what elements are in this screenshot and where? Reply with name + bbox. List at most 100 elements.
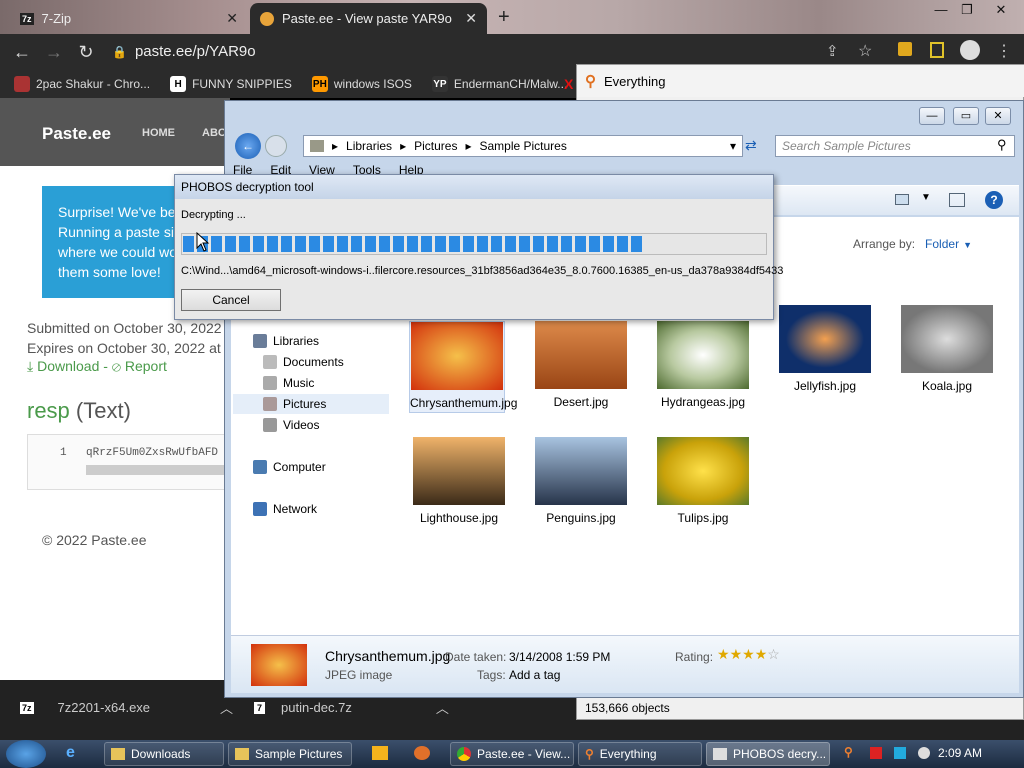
forward-arrow-icon[interactable] bbox=[265, 135, 287, 157]
maximize-button[interactable]: ▭ bbox=[953, 107, 979, 125]
details-tags-value[interactable]: Add a tag bbox=[509, 668, 560, 682]
new-tab-button[interactable]: + bbox=[498, 6, 510, 29]
tab-7zip[interactable]: 7z 7-Zip ✕ bbox=[10, 3, 248, 34]
menu-icon[interactable]: ⋮ bbox=[996, 41, 1012, 61]
media-player-icon[interactable] bbox=[372, 746, 388, 760]
bookmark-2pac[interactable]: 2pac Shakur - Chro... bbox=[14, 76, 150, 92]
refresh-icon[interactable]: ⇄ bbox=[745, 137, 757, 154]
download-icon: ⤓ bbox=[27, 358, 34, 374]
back-icon[interactable]: ← bbox=[6, 42, 38, 63]
breadcrumb-pictures[interactable]: Pictures bbox=[414, 139, 457, 153]
arrange-dropdown[interactable]: Folder bbox=[925, 237, 959, 251]
site-brand[interactable]: Paste.ee bbox=[42, 124, 111, 144]
file-item[interactable]: Tulips.jpg bbox=[655, 437, 751, 525]
taskbar-sample-pictures[interactable]: Sample Pictures bbox=[228, 742, 352, 766]
taskbar-chrome[interactable]: Paste.ee - View... bbox=[450, 742, 574, 766]
file-item[interactable]: Jellyfish.jpg bbox=[777, 305, 873, 393]
file-item[interactable]: Koala.jpg bbox=[899, 305, 995, 393]
taskbar-phobos[interactable]: PHOBOS decry... bbox=[706, 742, 830, 766]
rating-stars[interactable]: ★★★★☆ bbox=[717, 646, 780, 663]
chevron-down-icon[interactable]: ▼ bbox=[921, 192, 931, 203]
breadcrumb-libraries[interactable]: Libraries bbox=[346, 139, 392, 153]
app-window-icon bbox=[713, 748, 727, 760]
extensions-icon[interactable] bbox=[898, 42, 912, 56]
close-icon[interactable]: ✕ bbox=[465, 10, 477, 27]
download-item[interactable]: 7 putin-dec.7z ︿ bbox=[254, 698, 449, 717]
chevron-up-icon[interactable]: ︿ bbox=[220, 698, 233, 717]
close-button[interactable]: ✕ bbox=[985, 107, 1011, 125]
profile-avatar[interactable] bbox=[960, 40, 980, 60]
code-line[interactable]: qRrzF5Um0ZxsRwUfbAFD bbox=[86, 447, 218, 459]
taskbar-everything[interactable]: ⚲ Everything bbox=[578, 742, 702, 766]
report-link[interactable]: Report bbox=[125, 358, 167, 374]
nav-libraries[interactable]: Libraries bbox=[253, 331, 319, 351]
bookmark-endermanch[interactable]: YP EndermanCH/Malw... bbox=[431, 76, 567, 92]
clock[interactable]: 2:09 AM bbox=[938, 746, 982, 760]
file-item[interactable]: Penguins.jpg bbox=[533, 437, 629, 525]
phobos-dialog: PHOBOS decryption tool Decrypting ... C:… bbox=[174, 174, 783, 320]
network-icon bbox=[253, 502, 267, 516]
horizontal-scrollbar[interactable] bbox=[86, 465, 246, 475]
address-bar[interactable]: 🔒 paste.ee/p/YAR9o bbox=[112, 40, 812, 64]
star-icon[interactable]: ☆ bbox=[858, 41, 872, 61]
chevron-up-icon[interactable]: ︿ bbox=[436, 698, 449, 717]
search-input[interactable]: Search Sample Pictures bbox=[775, 135, 1015, 157]
file-thumbnail bbox=[535, 321, 627, 389]
nav-home[interactable]: HOME bbox=[142, 127, 175, 139]
views-icon[interactable] bbox=[895, 194, 909, 205]
reload-icon[interactable]: ↻ bbox=[70, 42, 102, 63]
nav-documents[interactable]: Documents bbox=[263, 352, 344, 372]
file-item[interactable]: Lighthouse.jpg bbox=[411, 437, 507, 525]
file-name: Desert.jpg bbox=[553, 395, 609, 409]
chevron-down-icon[interactable]: ▾ bbox=[730, 139, 736, 153]
tray-everything-icon[interactable]: ⚲ bbox=[844, 745, 853, 759]
nav-pictures[interactable]: Pictures bbox=[233, 394, 389, 414]
7zip-icon: 7z bbox=[20, 12, 34, 25]
chrome-icon bbox=[457, 747, 471, 761]
bookmark-funny-snippies[interactable]: H FUNNY SNIPPIES bbox=[170, 76, 292, 92]
nav-music[interactable]: Music bbox=[263, 373, 314, 393]
star-icon: ★ bbox=[742, 646, 755, 662]
nav-computer[interactable]: Computer bbox=[253, 457, 326, 477]
app-icon[interactable] bbox=[414, 746, 430, 760]
share-icon[interactable]: ⇪ bbox=[826, 42, 839, 60]
tray-display-icon[interactable] bbox=[894, 747, 906, 759]
file-item[interactable]: Desert.jpg bbox=[533, 321, 629, 409]
preview-pane-icon[interactable] bbox=[949, 193, 965, 207]
chevron-down-icon[interactable]: ▼ bbox=[963, 240, 972, 250]
libraries-icon bbox=[253, 334, 267, 348]
close-window-button[interactable]: ✕ bbox=[990, 2, 1012, 18]
breadcrumb-sample-pictures[interactable]: Sample Pictures bbox=[479, 139, 566, 153]
nav-videos[interactable]: Videos bbox=[263, 415, 319, 435]
libraries-icon bbox=[310, 140, 324, 152]
sidepanel-icon[interactable] bbox=[930, 42, 944, 58]
documents-icon bbox=[263, 355, 277, 369]
minimize-button[interactable]: — bbox=[919, 107, 945, 125]
download-item[interactable]: 7z 7z2201-x64.exe ︿ bbox=[20, 698, 233, 717]
nav-about[interactable]: ABO bbox=[202, 127, 226, 139]
cancel-button[interactable]: Cancel bbox=[181, 289, 281, 311]
tab-pasteee[interactable]: Paste.ee - View paste YAR9o ✕ bbox=[250, 3, 487, 34]
bookmark-x-icon[interactable]: X bbox=[564, 76, 573, 92]
minimize-button[interactable]: — bbox=[930, 2, 952, 18]
code-box: 1 qRrzF5Um0ZxsRwUfbAFD bbox=[27, 434, 247, 490]
folder-icon bbox=[111, 748, 125, 760]
maximize-button[interactable]: ❐ bbox=[956, 2, 978, 18]
bookmark-windows-isos[interactable]: PH windows ISOS bbox=[311, 76, 412, 92]
tray-volume-icon[interactable] bbox=[918, 747, 930, 759]
nav-network[interactable]: Network bbox=[253, 499, 317, 519]
search-icon[interactable]: ⚲ bbox=[997, 137, 1007, 153]
close-icon[interactable]: ✕ bbox=[226, 10, 238, 27]
download-link[interactable]: Download bbox=[37, 358, 99, 374]
forward-icon[interactable]: → bbox=[38, 42, 70, 63]
start-button[interactable] bbox=[6, 740, 46, 768]
tray-flag-icon[interactable] bbox=[870, 747, 882, 759]
details-date-value[interactable]: 3/14/2008 1:59 PM bbox=[509, 650, 610, 664]
ie-icon[interactable]: e bbox=[66, 744, 75, 762]
help-icon[interactable]: ? bbox=[985, 191, 1003, 209]
file-item[interactable]: Chrysanthemum.jpg bbox=[409, 321, 517, 413]
taskbar-downloads[interactable]: Downloads bbox=[104, 742, 224, 766]
explorer-address-bar[interactable]: ▸ Libraries ▸ Pictures ▸ Sample Pictures… bbox=[303, 135, 743, 157]
back-arrow-icon[interactable]: ← bbox=[235, 133, 261, 159]
file-item[interactable]: Hydrangeas.jpg bbox=[655, 321, 751, 409]
